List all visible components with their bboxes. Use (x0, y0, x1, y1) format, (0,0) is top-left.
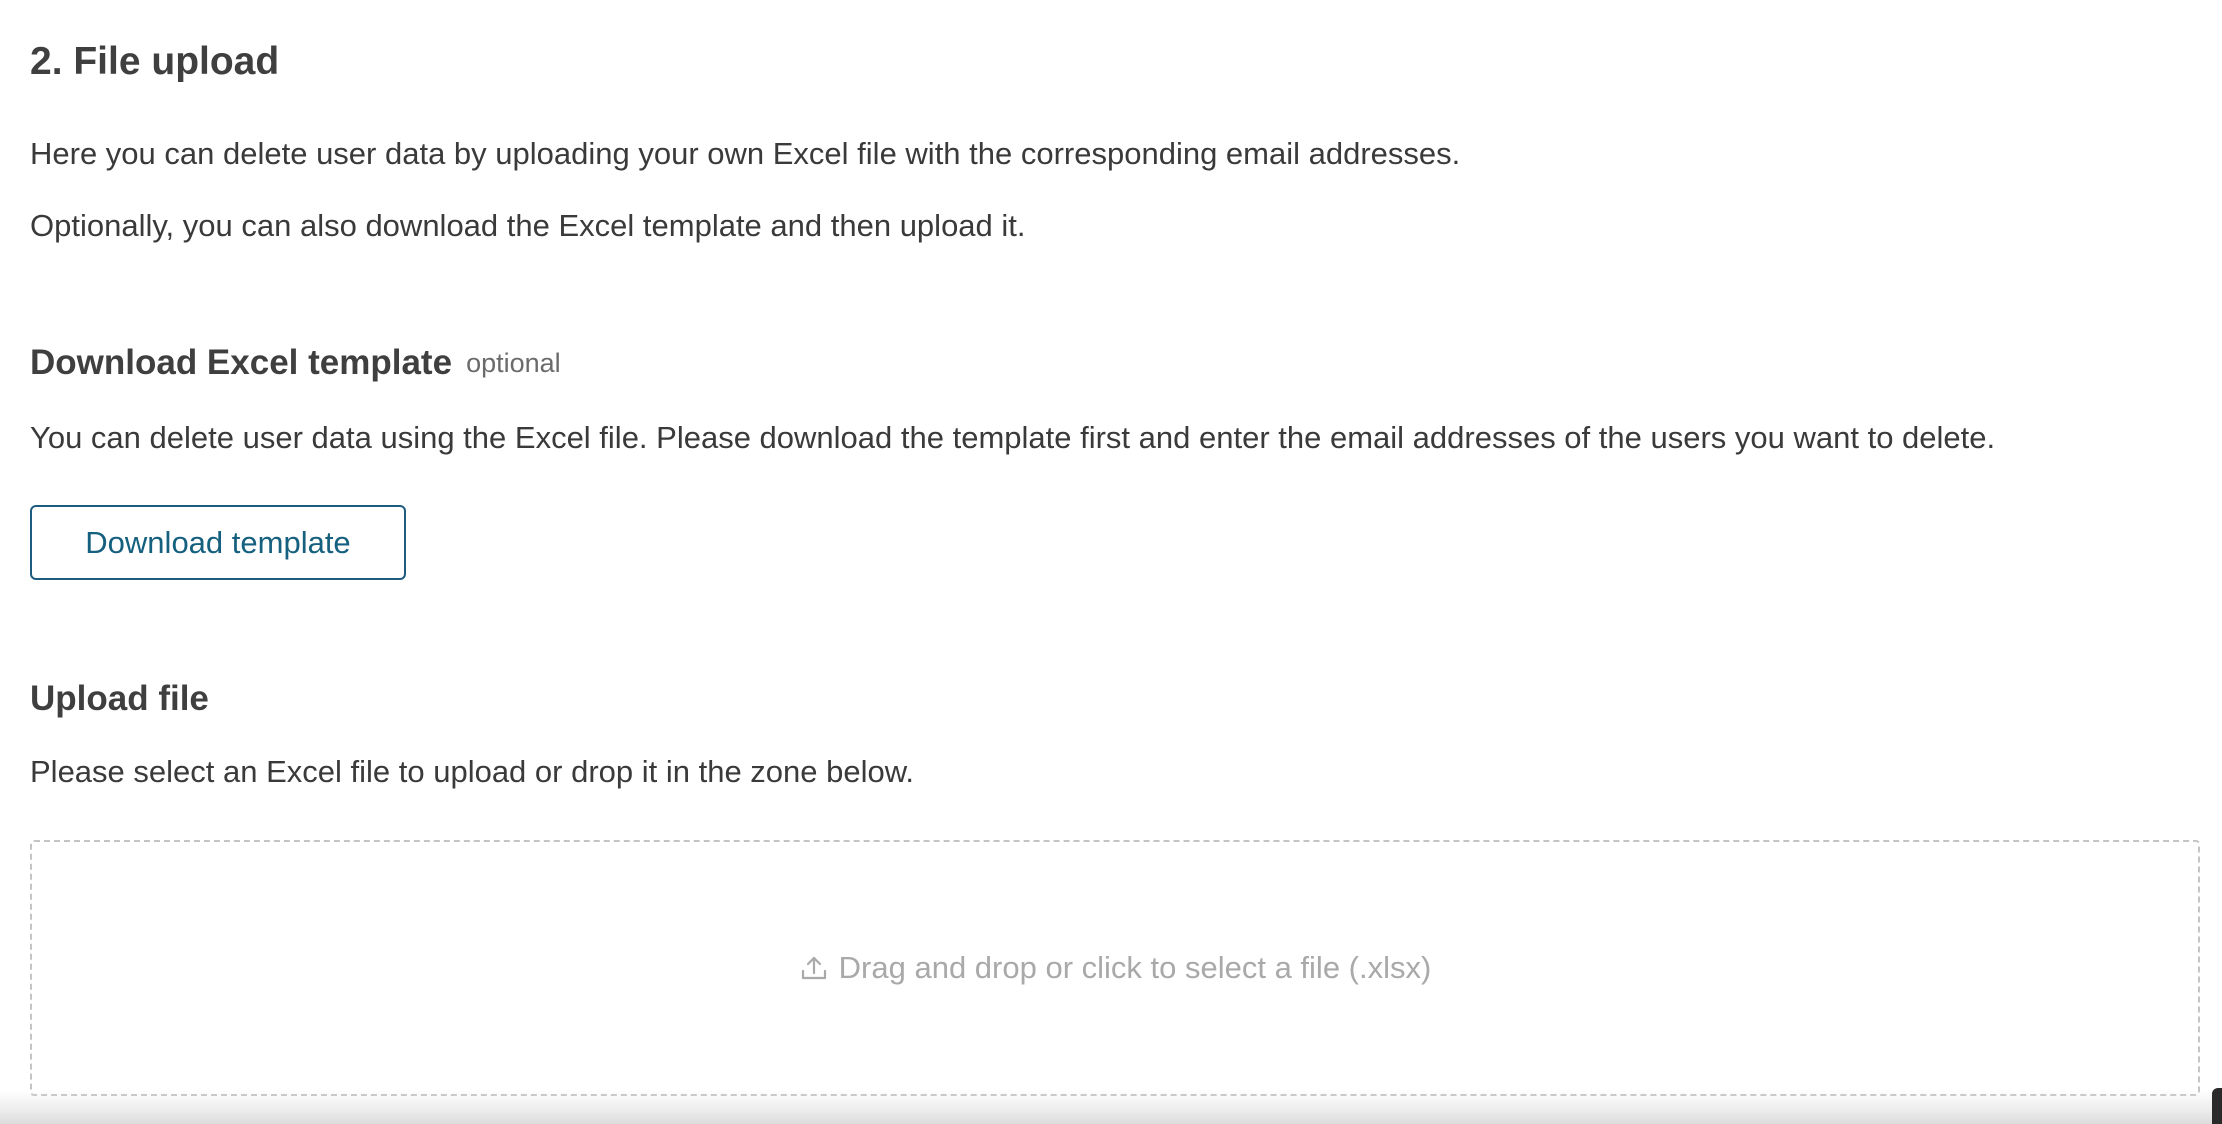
upload-file-heading: Upload file (30, 679, 209, 718)
file-dropzone[interactable]: Drag and drop or click to select a file … (30, 840, 2200, 1096)
dropzone-label: Drag and drop or click to select a file … (838, 950, 1432, 985)
download-template-button[interactable]: Download template (30, 505, 406, 580)
intro-text-1: Here you can delete user data by uploadi… (30, 136, 1461, 171)
dropzone-content[interactable]: Drag and drop or click to select a file … (799, 948, 1432, 988)
upload-file-description: Please select an Excel file to upload or… (30, 754, 915, 789)
page-title: 2. File upload (30, 40, 280, 83)
download-template-description: You can delete user data using the Excel… (30, 420, 1996, 455)
download-template-heading: Download Excel template optional (30, 340, 561, 386)
intro-text-2: Optionally, you can also download the Ex… (30, 208, 1026, 243)
upload-icon (799, 953, 829, 983)
download-template-heading-label: Download Excel template (30, 343, 453, 382)
optional-badge: optional (466, 348, 561, 378)
window-corner (2212, 1088, 2222, 1124)
